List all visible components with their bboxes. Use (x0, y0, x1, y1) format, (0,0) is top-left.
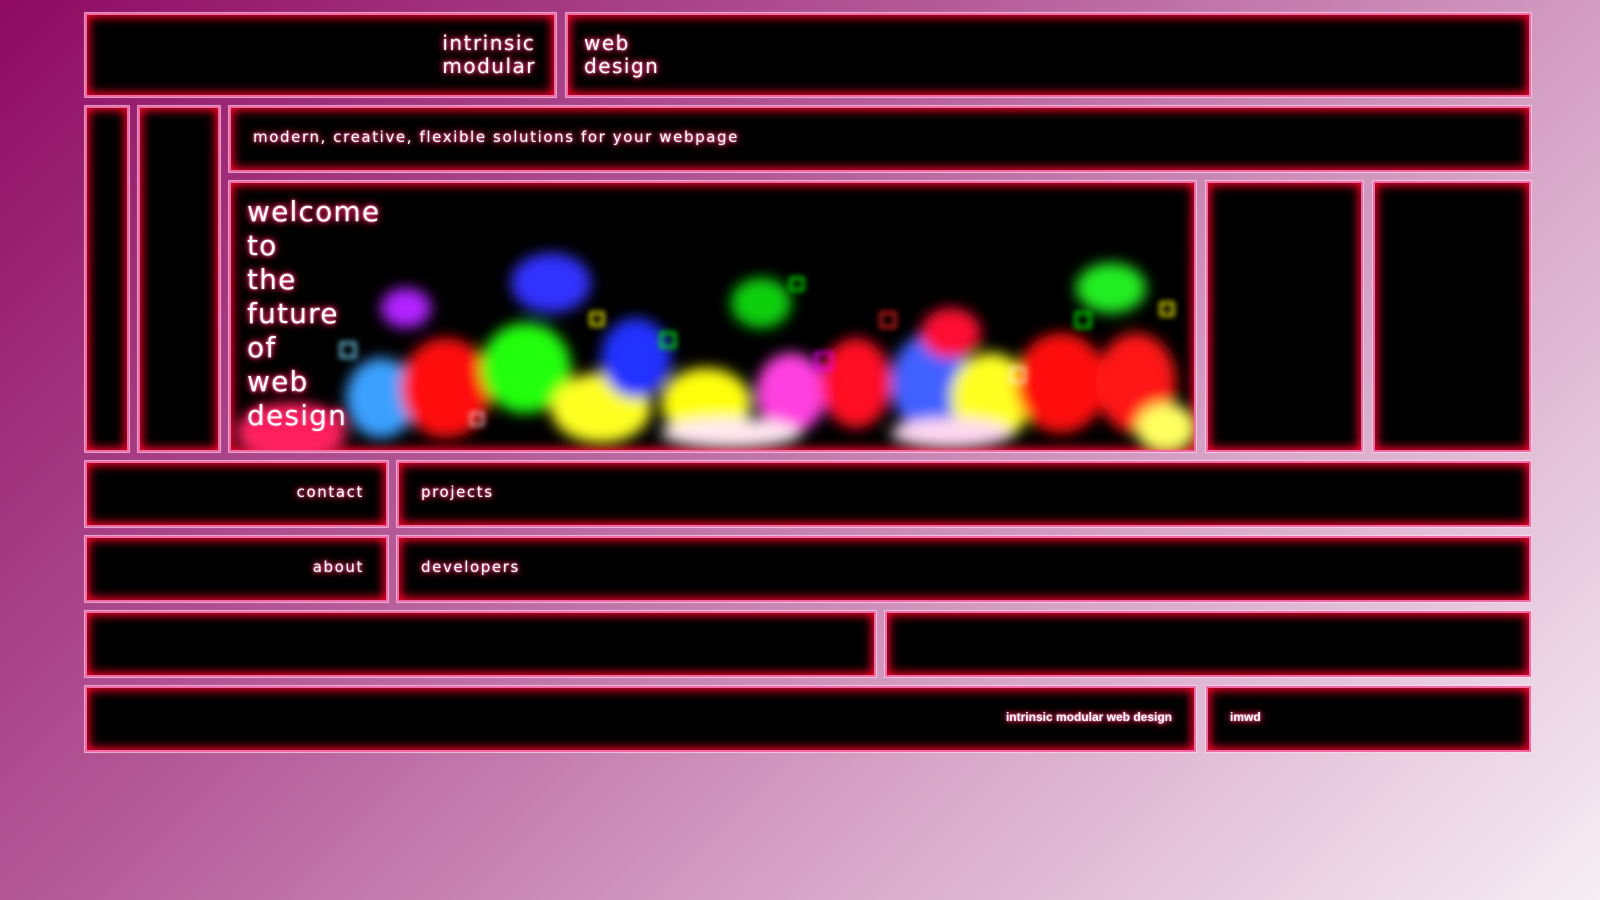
footer-abbr: imwd (1230, 710, 1261, 724)
footer-abbr-panel: imwd (1205, 685, 1532, 753)
footer-panel: intrinsic modular web design (84, 685, 1197, 753)
logo-line-2: modular (442, 54, 536, 78)
hero-word: future (247, 297, 339, 330)
hero-word: of (247, 331, 277, 364)
footer-name: intrinsic modular web design (1005, 710, 1172, 724)
hero-word: web (247, 365, 309, 398)
tagline: modern, creative, flexible solutions for… (253, 128, 739, 146)
nav-projects[interactable]: projects (396, 460, 1532, 528)
nav-about[interactable]: about (84, 535, 389, 603)
site-title-panel: web design (565, 12, 1532, 98)
side-strip-right (137, 105, 221, 453)
side-strip-left (84, 105, 130, 453)
hero-headline: welcome to the future of web design (247, 195, 380, 433)
hero-word: welcome (247, 195, 381, 228)
nav-developers[interactable]: developers (396, 535, 1532, 603)
empty-panel-right (884, 610, 1532, 678)
hero-word: design (247, 399, 348, 432)
hero-banner: welcome to the future of web design (228, 180, 1197, 453)
site-title: web design (584, 32, 659, 78)
empty-panel-left (84, 610, 877, 678)
nav-contact-label: contact (296, 483, 364, 501)
logo-line-1: intrinsic (442, 31, 536, 55)
nav-projects-label: projects (421, 483, 494, 501)
side-block-1 (1205, 180, 1364, 453)
nav-contact[interactable]: contact (84, 460, 389, 528)
logo-panel: intrinsic modular (84, 12, 557, 98)
site-title-line-1: web (584, 31, 630, 55)
side-block-2 (1372, 180, 1532, 453)
nav-developers-label: developers (421, 558, 520, 576)
hero-word: to (247, 229, 278, 262)
hero-word: the (247, 263, 297, 296)
nav-about-label: about (312, 558, 364, 576)
logo-text: intrinsic modular (442, 32, 536, 78)
site-title-line-2: design (584, 54, 660, 78)
tagline-panel: modern, creative, flexible solutions for… (228, 105, 1532, 173)
